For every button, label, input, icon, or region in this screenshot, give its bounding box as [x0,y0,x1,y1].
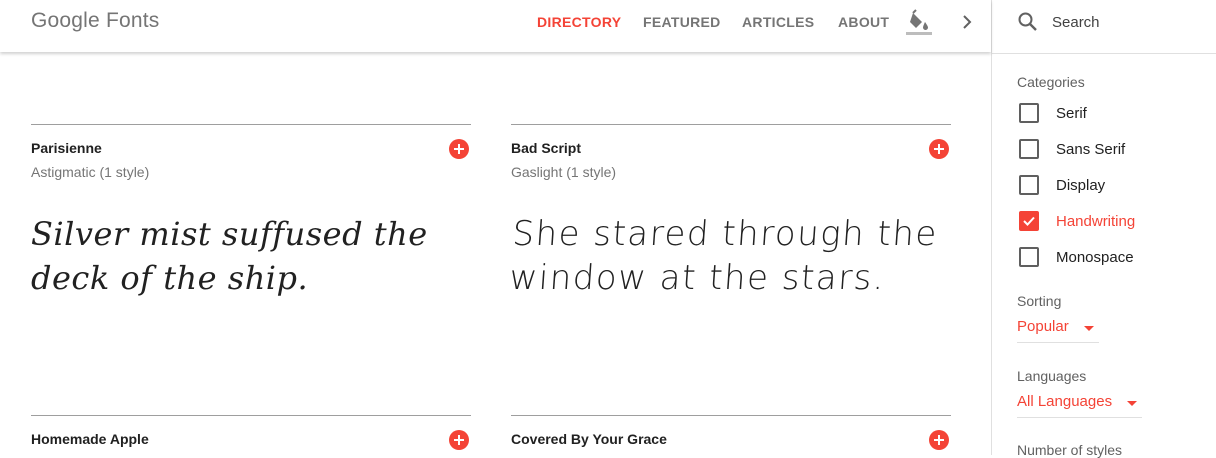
sorting-value: Popular [1017,318,1069,335]
category-display[interactable]: Display [1019,173,1209,197]
chevron-right-icon[interactable] [957,11,977,33]
card-divider [31,124,471,125]
font-name[interactable]: Homemade Apple [31,431,149,447]
checkbox-checked[interactable] [1019,211,1039,231]
font-sample-text[interactable]: Silver mist suffused the deck of the shi… [31,212,461,300]
category-label: Sans Serif [1056,140,1126,158]
category-label: Monospace [1056,248,1134,266]
category-label: Display [1056,176,1106,194]
number-of-styles-label: Number of styles [1017,442,1123,458]
card-divider [31,415,471,416]
font-name[interactable]: Bad Script [511,140,581,156]
nav-directory[interactable]: DIRECTORY [537,0,621,44]
sorting-label: Sorting [1017,293,1062,309]
categories-label: Categories [1017,74,1085,90]
font-sample-text[interactable]: She stared through the window at the sta… [508,212,944,300]
languages-label: Languages [1017,368,1087,384]
dropdown-arrow-icon [1127,401,1137,406]
check-icon [1023,216,1035,226]
category-sans-serif[interactable]: Sans Serif [1019,137,1209,161]
sorting-dropdown[interactable]: Popular [1017,314,1099,343]
search-bar [992,0,1216,54]
category-handwriting[interactable]: Handwriting [1019,209,1209,233]
languages-dropdown[interactable]: All Languages [1017,389,1142,418]
add-font-button[interactable] [449,430,469,450]
format-color-fill-icon[interactable] [906,9,932,35]
checkbox[interactable] [1019,139,1039,159]
font-designer-styles: Gaslight (1 style) [511,164,617,180]
card-divider [511,415,951,416]
nav-articles[interactable]: ARTICLES [742,0,814,44]
search-input[interactable] [1052,12,1202,32]
checkbox[interactable] [1019,175,1039,195]
dropdown-arrow-icon [1084,326,1094,331]
add-font-button[interactable] [449,139,469,159]
nav-featured[interactable]: FEATURED [643,0,721,44]
google-fonts-logo[interactable]: Google Fonts [31,9,159,33]
category-serif[interactable]: Serif [1019,101,1209,125]
font-designer-styles: Astigmatic (1 style) [31,164,150,180]
top-app-bar: Google Fonts DIRECTORY FEATURED ARTICLES… [0,0,991,52]
add-font-button[interactable] [929,430,949,450]
font-name[interactable]: Covered By Your Grace [511,431,667,447]
category-label: Handwriting [1056,212,1136,230]
filter-sidebar: Categories Serif Sans Serif Display Hand… [991,0,1216,458]
card-divider [511,124,951,125]
checkbox[interactable] [1019,247,1039,267]
checkbox[interactable] [1019,103,1039,123]
languages-value: All Languages [1017,393,1113,410]
font-name[interactable]: Parisienne [31,140,102,156]
add-font-button[interactable] [929,139,949,159]
category-label: Serif [1056,104,1087,122]
search-icon [1018,12,1037,31]
category-monospace[interactable]: Monospace [1019,245,1209,269]
nav-about[interactable]: ABOUT [838,0,889,44]
